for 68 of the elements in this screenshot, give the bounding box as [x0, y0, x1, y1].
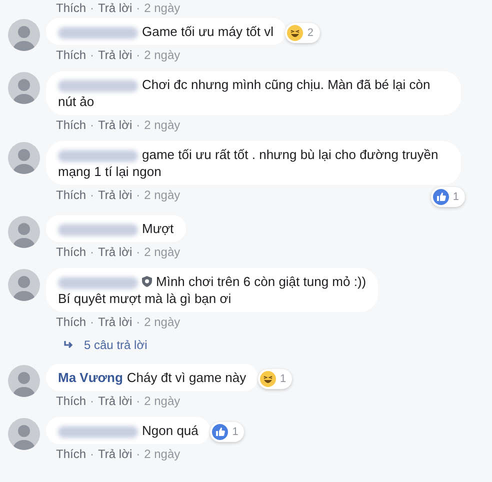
separator-dot: · — [136, 393, 140, 409]
reaction-badge[interactable]: 1 — [210, 422, 244, 442]
separator-dot: · — [90, 47, 94, 63]
separator-dot: · — [136, 314, 140, 330]
comment-text: Game tối ưu máy tốt vl — [58, 23, 274, 40]
reply-link[interactable]: Trả lời — [98, 244, 132, 260]
laughing-emoji-icon — [287, 25, 304, 41]
reaction-count: 1 — [280, 372, 286, 387]
reaction-badge[interactable]: 1 — [430, 187, 465, 207]
avatar — [8, 269, 40, 301]
thumbs-up-icon — [212, 424, 228, 440]
like-link[interactable]: Thích — [56, 47, 86, 63]
view-replies-link[interactable]: 5 câu trả lời — [46, 330, 378, 356]
separator-dot: · — [90, 244, 94, 260]
like-link[interactable]: Thích — [56, 244, 86, 260]
avatar — [8, 418, 40, 450]
reply-link[interactable]: Trả lời — [98, 47, 132, 63]
comment-text: Ma Vương Cháy đt vì game này — [58, 369, 246, 386]
reaction-count: 1 — [232, 424, 238, 440]
timestamp: 2 ngày — [144, 0, 180, 16]
timestamp: 2 ngày — [144, 117, 180, 133]
separator-dot: · — [90, 393, 94, 409]
separator-dot: · — [90, 0, 94, 16]
separator-dot: · — [136, 446, 140, 462]
reaction-badge[interactable]: 1 — [258, 369, 292, 389]
separator-dot: · — [136, 47, 140, 63]
avatar — [8, 142, 40, 174]
like-link[interactable]: Thích — [56, 393, 86, 409]
like-link[interactable]: Thích — [56, 314, 86, 330]
avatar — [8, 72, 40, 104]
comment-text: game tối ưu rất tốt . nhưng bù lại cho đường truyền mạng 1 tí lại ngon — [58, 146, 440, 180]
like-link[interactable]: Thích — [56, 187, 86, 203]
separator-dot: · — [136, 0, 140, 16]
like-link[interactable]: Thích — [56, 0, 86, 16]
separator-dot: · — [90, 187, 94, 203]
separator-dot: · — [136, 117, 140, 133]
timestamp: 2 ngày — [144, 187, 180, 203]
reaction-count: 1 — [452, 190, 459, 205]
reply-link[interactable]: Trả lời — [98, 117, 132, 133]
comment-text: Ngon quá — [58, 422, 198, 439]
laughing-emoji-icon — [260, 371, 276, 387]
avatar — [8, 19, 40, 51]
timestamp: 2 ngày — [144, 314, 180, 330]
timestamp: 2 ngày — [144, 244, 180, 260]
reply-link[interactable]: Trả lời — [98, 314, 132, 330]
reply-link[interactable]: Trả lời — [98, 446, 132, 462]
reaction-badge[interactable]: 2 — [285, 23, 320, 43]
reply-link[interactable]: Trả lời — [98, 187, 132, 203]
comment-text: Mình chơi trên 6 còn giật tung mỏ :)) Bí quyêt mượt mà là gì bạn ơi — [58, 273, 366, 307]
separator-dot: · — [136, 187, 140, 203]
reaction-count: 2 — [307, 26, 314, 41]
separator-dot: · — [90, 446, 94, 462]
reply-arrow-icon — [64, 341, 74, 349]
timestamp: 2 ngày — [144, 393, 180, 409]
like-link[interactable]: Thích — [56, 446, 86, 462]
separator-dot: · — [90, 117, 94, 133]
separator-dot: · — [136, 244, 140, 260]
avatar — [8, 365, 40, 397]
separator-dot: · — [90, 314, 94, 330]
comment-text: Mượt — [58, 220, 174, 237]
reply-link[interactable]: Trả lời — [98, 393, 132, 409]
like-link[interactable]: Thích — [56, 117, 86, 133]
avatar — [8, 216, 40, 248]
timestamp: 2 ngày — [144, 47, 180, 63]
timestamp: 2 ngày — [144, 446, 180, 462]
thumbs-up-icon — [432, 189, 449, 205]
reply-link[interactable]: Trả lời — [98, 0, 132, 16]
comment-text: Chơi đc nhưng mình cũng chịu. Màn đã bé lại còn nút ảo — [58, 76, 432, 110]
